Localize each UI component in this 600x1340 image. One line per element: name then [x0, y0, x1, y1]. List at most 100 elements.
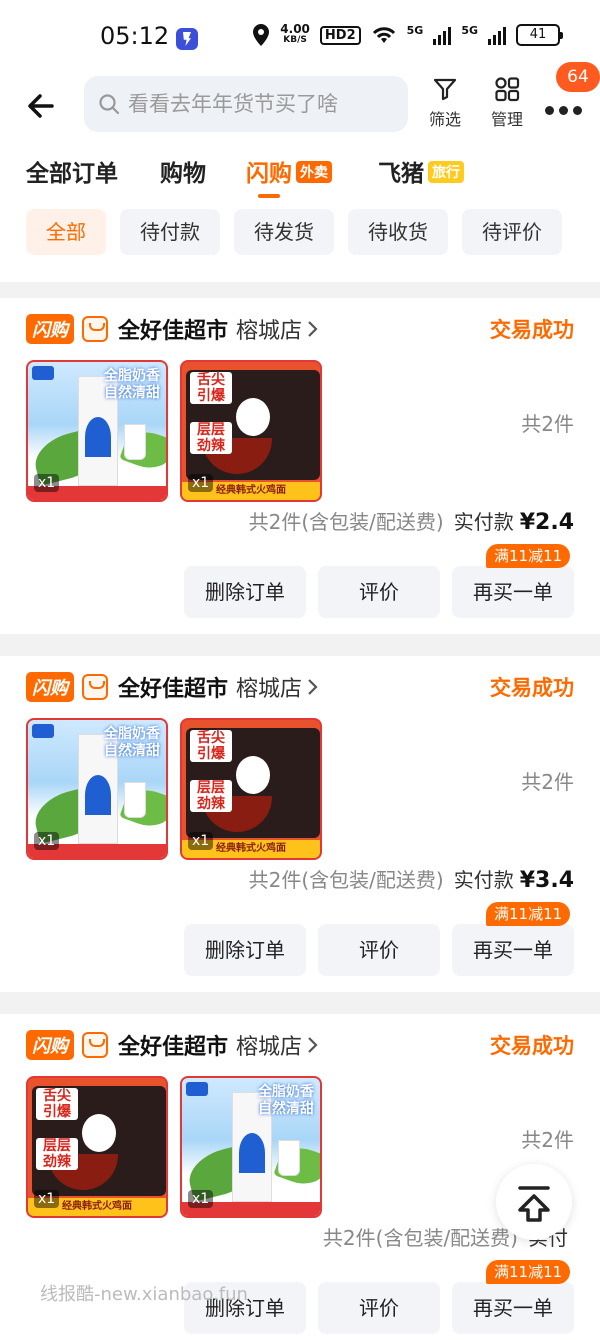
order-status: 交易成功	[490, 676, 574, 700]
back-arrow-icon[interactable]	[22, 86, 62, 126]
filter-button[interactable]: 筛选	[420, 76, 470, 130]
product-image-noodles[interactable]: 舌尖 引爆 层层 劲辣 经典韩式火鸡面 x1	[26, 1076, 168, 1218]
back-to-top-icon	[518, 1186, 550, 1222]
item-count: 共2件	[521, 770, 574, 794]
tab-fliggy[interactable]: 飞猪 旅行	[378, 154, 464, 188]
product-image-milk[interactable]: 全脂奶香 自然清甜 x1	[26, 360, 168, 502]
filter-label: 筛选	[428, 110, 461, 129]
review-button[interactable]: 评价	[318, 924, 440, 976]
summary-text: 共2件(含包装/配送费)	[322, 1226, 518, 1250]
flash-badge: 闪购	[26, 1030, 74, 1060]
status-icons: 4.00 KB/S HD2 5G 5G 41	[252, 22, 563, 46]
buy-again-button[interactable]: 再买一单	[452, 924, 574, 976]
tab-label: 全部订单	[26, 161, 118, 187]
milk-glass	[278, 1140, 300, 1176]
manage-button[interactable]: 管理	[482, 76, 532, 130]
paid-price: ¥3.4	[519, 868, 574, 893]
flashlight-icon	[176, 28, 198, 50]
tab-shopping[interactable]: 购物	[160, 154, 206, 188]
search-box[interactable]	[84, 76, 408, 132]
quantity-badge: x1	[34, 1190, 60, 1208]
store-branch: 榕城店	[236, 677, 303, 702]
review-button[interactable]: 评价	[318, 1282, 440, 1334]
brand-logo	[32, 724, 54, 738]
shopping-bag-icon	[82, 674, 108, 700]
filter-chip-pending-shipment[interactable]: 待发货	[234, 209, 334, 255]
chevron-right-icon	[308, 1037, 318, 1053]
paid-label: 实付款	[453, 510, 514, 534]
order-summary: 共2件(含包装/配送费) 实付款 ¥2.4	[249, 506, 574, 535]
chevron-right-icon	[308, 321, 318, 337]
product-tagline: 全脂奶香 自然清甜	[104, 368, 160, 401]
product-image-milk[interactable]: 全脂奶香 自然清甜 x1	[180, 1076, 322, 1218]
brand-logo	[186, 1082, 208, 1096]
filter-icon	[433, 78, 457, 101]
order-card[interactable]: 闪购 全好佳超市 榕城店 交易成功 全脂奶香 自然清甜 x1 舌尖 引爆 层层	[0, 656, 600, 992]
product-image-milk[interactable]: 全脂奶香 自然清甜 x1	[26, 718, 168, 860]
more-dot-icon	[559, 106, 568, 115]
battery-icon: 41	[516, 24, 563, 46]
store-header[interactable]: 闪购 全好佳超市 榕城店	[26, 670, 320, 704]
delete-order-button[interactable]: 删除订单	[184, 566, 306, 618]
tab-flash[interactable]: 闪购 外卖	[246, 154, 332, 188]
more-dot-icon	[573, 106, 582, 115]
watermark: 线报酷-new.xianbao.fun	[40, 1284, 248, 1305]
search-icon	[99, 94, 120, 115]
filter-chip-pending-payment[interactable]: 待付款	[120, 209, 220, 255]
message-badge: 64	[556, 62, 600, 92]
quantity-badge: x1	[188, 1190, 214, 1208]
more-button[interactable]	[543, 102, 585, 116]
store-name: 全好佳超市	[118, 677, 229, 702]
buy-again-button[interactable]: 再买一单	[452, 566, 574, 618]
top-bar: 筛选 管理 64	[0, 62, 600, 138]
item-count: 共2件	[521, 412, 574, 436]
buy-again-button[interactable]: 再买一单	[452, 1282, 574, 1334]
order-status: 交易成功	[490, 1034, 574, 1058]
network-5g-1: 5G	[406, 24, 424, 37]
tab-label: 购物	[160, 161, 206, 187]
search-input[interactable]	[128, 92, 388, 116]
shopping-bag-icon	[82, 1032, 108, 1058]
filter-chip-pending-receipt[interactable]: 待收货	[348, 209, 448, 255]
product-slogan: 舌尖 引爆	[190, 372, 232, 404]
summary-text: 共2件(含包装/配送费)	[248, 868, 444, 892]
manage-label: 管理	[490, 110, 523, 129]
store-header[interactable]: 闪购 全好佳超市 榕城店	[26, 312, 320, 346]
flash-badge: 闪购	[26, 314, 74, 344]
chicken-mascot	[82, 1114, 116, 1152]
delete-order-button[interactable]: 删除订单	[184, 924, 306, 976]
review-button[interactable]: 评价	[318, 566, 440, 618]
promo-badge: 满11减11	[486, 1260, 571, 1284]
item-count: 共2件	[521, 1128, 574, 1152]
filter-chip-pending-review[interactable]: 待评价	[462, 209, 562, 255]
tab-tag: 旅行	[428, 161, 464, 183]
product-image-noodles[interactable]: 舌尖 引爆 层层 劲辣 经典韩式火鸡面 x1	[180, 360, 322, 502]
store-name: 全好佳超市	[118, 319, 229, 344]
product-slogan: 层层 劲辣	[190, 780, 232, 812]
quantity-badge: x1	[188, 474, 214, 492]
paid-label: 实付款	[453, 868, 514, 892]
tab-label: 闪购	[246, 161, 292, 187]
store-header[interactable]: 闪购 全好佳超市 榕城店	[26, 1028, 320, 1062]
manage-grid-icon	[495, 77, 520, 102]
filter-chip-all[interactable]: 全部	[26, 209, 106, 255]
shopping-bag-icon	[82, 316, 108, 342]
back-to-top-button[interactable]	[496, 1164, 572, 1240]
tab-all-orders[interactable]: 全部订单	[26, 154, 118, 188]
product-image-noodles[interactable]: 舌尖 引爆 层层 劲辣 经典韩式火鸡面 x1	[180, 718, 322, 860]
more-dot-icon	[545, 106, 554, 115]
chevron-right-icon	[308, 679, 318, 695]
hd-badge: HD2	[319, 25, 361, 45]
product-tagline: 全脂奶香 自然清甜	[104, 726, 160, 759]
speed-value: 4.00	[280, 22, 310, 36]
milk-glass	[124, 424, 146, 460]
signal-icon-2	[488, 25, 506, 45]
tab-tag: 外卖	[296, 161, 332, 183]
order-status: 交易成功	[490, 318, 574, 342]
order-card[interactable]: 闪购 全好佳超市 榕城店 交易成功 全脂奶香 自然清甜 x1 舌尖 引爆 层层	[0, 298, 600, 634]
chicken-mascot	[236, 756, 270, 794]
brand-logo	[32, 366, 54, 380]
product-slogan: 层层 劲辣	[36, 1138, 78, 1170]
location-icon	[253, 24, 270, 46]
summary-text: 共2件(含包装/配送费)	[248, 510, 444, 534]
